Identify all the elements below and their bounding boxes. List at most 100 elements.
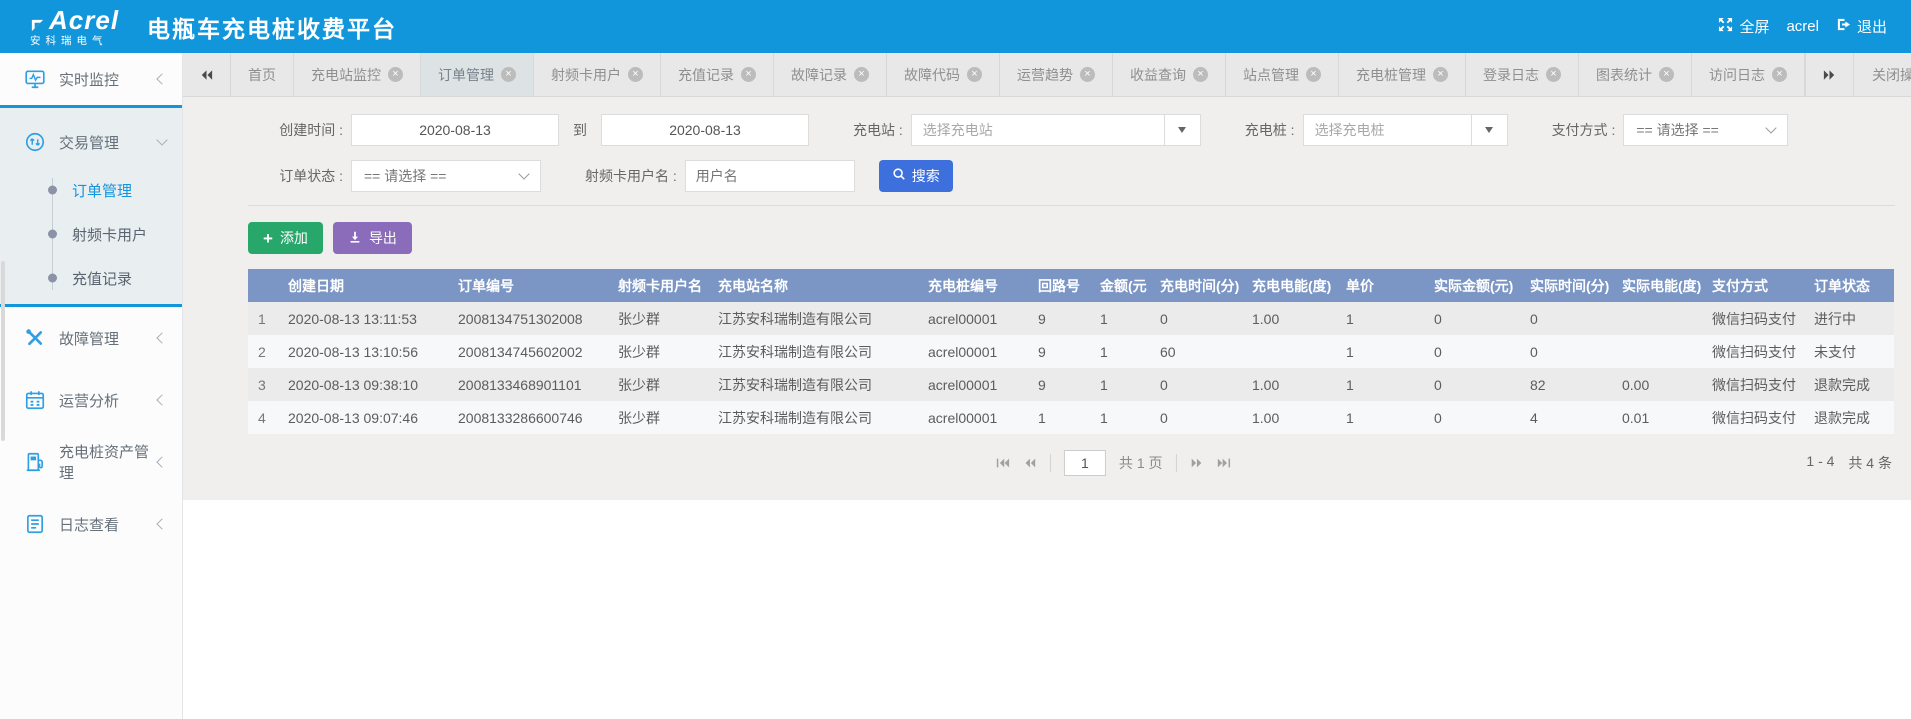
- pile-select-placeholder: 选择充电桩: [1304, 115, 1471, 145]
- tab-close-icon[interactable]: ×: [741, 67, 756, 82]
- filter-row-2: 订单状态 : == 请选择 == 射频卡用户名 : 搜索: [248, 159, 1895, 192]
- sidebar-item-operation-analysis[interactable]: 运营分析: [0, 369, 182, 431]
- search-icon: [892, 167, 906, 184]
- tab-item[interactable]: 图表统计×: [1579, 53, 1692, 96]
- logout-label: 退出: [1857, 16, 1887, 37]
- tab-close-icon[interactable]: ×: [388, 67, 403, 82]
- sidebar-item-realtime-monitor[interactable]: 实时监控: [0, 53, 182, 105]
- tab-close-icon[interactable]: ×: [1080, 67, 1095, 82]
- tab-close-icon[interactable]: ×: [1433, 67, 1448, 82]
- table-cell: 1: [1100, 302, 1160, 335]
- order-status-select[interactable]: == 请选择 ==: [351, 160, 541, 192]
- tabs-scroll-right-button[interactable]: [1805, 53, 1853, 96]
- tab-item[interactable]: 射频卡用户×: [534, 53, 661, 96]
- tab-item[interactable]: 站点管理×: [1226, 53, 1339, 96]
- tab-close-icon[interactable]: ×: [628, 67, 643, 82]
- dropdown-arrow-icon[interactable]: [1471, 115, 1507, 145]
- logout-button[interactable]: 退出: [1836, 16, 1887, 37]
- tab-close-icon[interactable]: ×: [501, 67, 516, 82]
- tab-item[interactable]: 登录日志×: [1466, 53, 1579, 96]
- tab-close-icon[interactable]: ×: [1546, 67, 1561, 82]
- table-header-row: 创建日期订单编号射频卡用户名充电站名称充电桩编号回路号金额(元充电时间(分)充电…: [248, 269, 1894, 302]
- toolbar: + 添加 导出: [248, 222, 1895, 254]
- sidebar-subitem-label: 订单管理: [72, 180, 132, 201]
- table-cell: 4: [1530, 401, 1622, 434]
- page-number-input[interactable]: [1064, 450, 1106, 476]
- tab-close-icon[interactable]: ×: [1306, 67, 1321, 82]
- tabs-scroll-left-button[interactable]: [183, 53, 231, 96]
- tab-item[interactable]: 故障代码×: [887, 53, 1000, 96]
- tab-label: 充值记录: [678, 65, 734, 85]
- table-row[interactable]: 42020-08-13 09:07:462008133286600746张少群江…: [248, 401, 1894, 434]
- previous-page-button[interactable]: [1023, 457, 1037, 469]
- dropdown-arrow-icon[interactable]: [1164, 115, 1200, 145]
- column-header: 订单编号: [458, 269, 618, 302]
- username[interactable]: acrel: [1786, 18, 1819, 35]
- export-button-label: 导出: [369, 228, 397, 248]
- sidebar-item-fault-management[interactable]: 故障管理: [0, 307, 182, 369]
- sidebar-item-recharge-records[interactable]: 充值记录: [48, 256, 182, 300]
- tab-item[interactable]: 收益查询×: [1113, 53, 1226, 96]
- tab-item[interactable]: 充电站监控×: [294, 53, 421, 96]
- table-cell: 1: [1346, 335, 1434, 368]
- payment-method-select[interactable]: == 请选择 ==: [1623, 114, 1788, 146]
- search-button-label: 搜索: [912, 166, 940, 186]
- chevron-left-icon: [156, 332, 167, 343]
- tab-close-icon[interactable]: ×: [1772, 67, 1787, 82]
- table-cell: 0: [1530, 335, 1622, 368]
- last-page-button[interactable]: [1217, 457, 1231, 469]
- close-operations-label: 关闭操作: [1872, 65, 1911, 85]
- order-status-label: 订单状态 :: [248, 166, 343, 186]
- column-header: 充电时间(分): [1160, 269, 1252, 302]
- table-cell: 1.00: [1252, 368, 1346, 401]
- export-button[interactable]: 导出: [333, 222, 412, 254]
- payment-method-value: == 请选择 ==: [1636, 120, 1718, 140]
- fullscreen-button[interactable]: 全屏: [1718, 16, 1769, 37]
- tab-item[interactable]: 首页: [231, 53, 294, 96]
- tab-close-icon[interactable]: ×: [967, 67, 982, 82]
- first-page-button[interactable]: [996, 457, 1010, 469]
- create-time-label: 创建时间 :: [248, 120, 343, 140]
- row-number-column-header: [248, 269, 288, 302]
- tab-close-icon[interactable]: ×: [854, 67, 869, 82]
- column-header: 充电电能(度): [1252, 269, 1346, 302]
- table-cell: 1: [1100, 335, 1160, 368]
- table-cell: 2008134745602002: [458, 335, 618, 368]
- tab-item[interactable]: 充值记录 ×: [661, 53, 774, 96]
- table-cell: 2008134751302008: [458, 302, 618, 335]
- table-cell: 1.00: [1252, 401, 1346, 434]
- tab-item[interactable]: 订单管理×: [421, 53, 534, 96]
- next-page-button[interactable]: [1190, 457, 1204, 469]
- row-number-cell: 2: [248, 335, 288, 368]
- table-row[interactable]: 32020-08-13 09:38:102008133468901101张少群江…: [248, 368, 1894, 401]
- tab-bar: 首页充电站监控×订单管理×射频卡用户×充值记录×故障记录×故障代码×运营趋势×收…: [183, 53, 1911, 97]
- table-cell: 82: [1530, 368, 1622, 401]
- table-row[interactable]: 12020-08-13 13:11:532008134751302008张少群江…: [248, 302, 1894, 335]
- sidebar-item-pile-asset-management[interactable]: 充电桩资产管理: [0, 431, 182, 493]
- search-button[interactable]: 搜索: [879, 160, 953, 192]
- table-row[interactable]: 22020-08-13 13:10:562008134745602002张少群江…: [248, 335, 1894, 368]
- date-from-input[interactable]: [351, 114, 559, 146]
- tab-item[interactable]: 故障记录 ×: [774, 53, 887, 96]
- sidebar-item-log-view[interactable]: 日志查看: [0, 493, 182, 555]
- station-select[interactable]: 选择充电站: [911, 114, 1201, 146]
- table-cell: 0: [1434, 302, 1530, 335]
- date-to-input[interactable]: [601, 114, 809, 146]
- sidebar-item-order-management[interactable]: 订单管理: [48, 168, 182, 212]
- tab-item[interactable]: 访问日志×: [1692, 53, 1805, 96]
- tab-close-icon[interactable]: ×: [1193, 67, 1208, 82]
- sidebar-item-rfid-users[interactable]: 射频卡用户: [48, 212, 182, 256]
- sidebar-item-transaction-management[interactable]: 交易管理: [0, 116, 182, 168]
- row-number-cell: 3: [248, 368, 288, 401]
- total-pages-label: 共 1 页: [1119, 453, 1163, 473]
- table-cell: [1622, 302, 1712, 335]
- rfid-username-input[interactable]: [685, 160, 855, 192]
- tab-close-icon[interactable]: ×: [1659, 67, 1674, 82]
- close-operations-menu[interactable]: 关闭操作: [1853, 53, 1911, 96]
- add-button[interactable]: + 添加: [248, 222, 323, 254]
- pile-select[interactable]: 选择充电桩: [1303, 114, 1508, 146]
- table-cell: 江苏安科瑞制造有限公司: [718, 401, 928, 434]
- tab-label: 故障记录: [791, 65, 847, 85]
- tab-item[interactable]: 运营趋势×: [1000, 53, 1113, 96]
- tab-item[interactable]: 充电桩管理×: [1339, 53, 1466, 96]
